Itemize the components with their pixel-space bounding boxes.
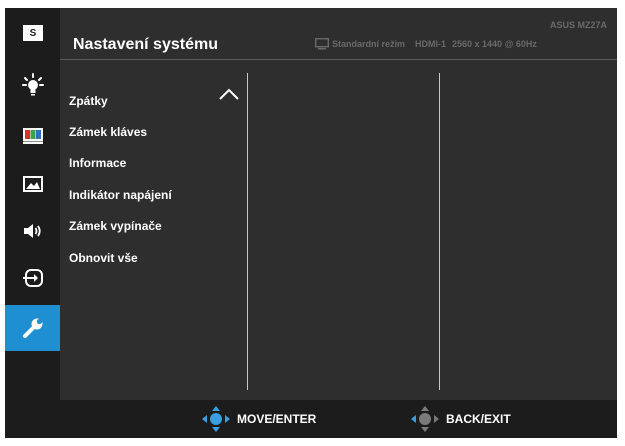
footer-bar: MOVE/ENTER BACK/EXIT (5, 400, 617, 438)
osd-panel: S Nastavení systému ASUS MZ27A Standardn… (5, 8, 617, 438)
color-icon (22, 128, 43, 144)
chevron-up-icon[interactable] (218, 87, 240, 101)
sidebar-item-color[interactable] (5, 116, 60, 156)
sidebar: S (5, 8, 60, 400)
column-divider (247, 73, 248, 390)
header-divider (60, 59, 617, 60)
input-select-icon (22, 269, 43, 287)
joystick-move-icon (202, 406, 230, 432)
monitor-model: ASUS MZ27A (549, 20, 607, 30)
menu-item-power-key-lock[interactable]: Zámek vypínače (69, 211, 172, 242)
resolution-label: 2560 x 1440 @ 60Hz (452, 39, 537, 49)
monitor-icon (315, 38, 329, 50)
speaker-icon (23, 224, 41, 238)
menu-item-power-indicator[interactable]: Indikátor napájení (69, 179, 172, 210)
menu-item-reset-all[interactable]: Obnovit vše (69, 242, 172, 273)
joystick-back-icon (411, 406, 439, 432)
nav-hint-back-exit: BACK/EXIT (410, 400, 511, 438)
sidebar-item-splendid[interactable]: S (5, 13, 60, 53)
status-bar: Standardní režim HDMI-1 2560 x 1440 @ 60… (315, 37, 537, 51)
sidebar-item-system-setup[interactable] (5, 305, 60, 351)
menu-item-back[interactable]: Zpátky (69, 85, 172, 116)
image-icon (22, 176, 43, 192)
sidebar-item-blue-light-filter[interactable] (5, 65, 60, 105)
splendid-s-glyph: S (29, 28, 36, 39)
submenu-list: Zpátky Zámek kláves Informace Indikátor … (69, 85, 172, 273)
input-source-label: HDMI-1 (415, 39, 447, 49)
nav-hint-move-enter: MOVE/ENTER (201, 400, 316, 438)
blue-light-filter-icon (21, 73, 44, 96)
sidebar-item-sound[interactable] (5, 211, 60, 251)
wrench-icon (22, 318, 42, 338)
menu-item-key-lock[interactable]: Zámek kláves (69, 116, 172, 147)
menu-item-information[interactable]: Informace (69, 148, 172, 179)
preset-mode-label: Standardní režim (332, 39, 406, 49)
back-exit-label: BACK/EXIT (446, 412, 511, 426)
move-enter-label: MOVE/ENTER (237, 412, 317, 426)
sidebar-item-image[interactable] (5, 164, 60, 204)
sidebar-item-input-select[interactable] (5, 258, 60, 298)
column-divider (439, 73, 440, 390)
page-title: Nastavení systému (73, 36, 218, 53)
splendid-s-icon: S (22, 25, 43, 41)
